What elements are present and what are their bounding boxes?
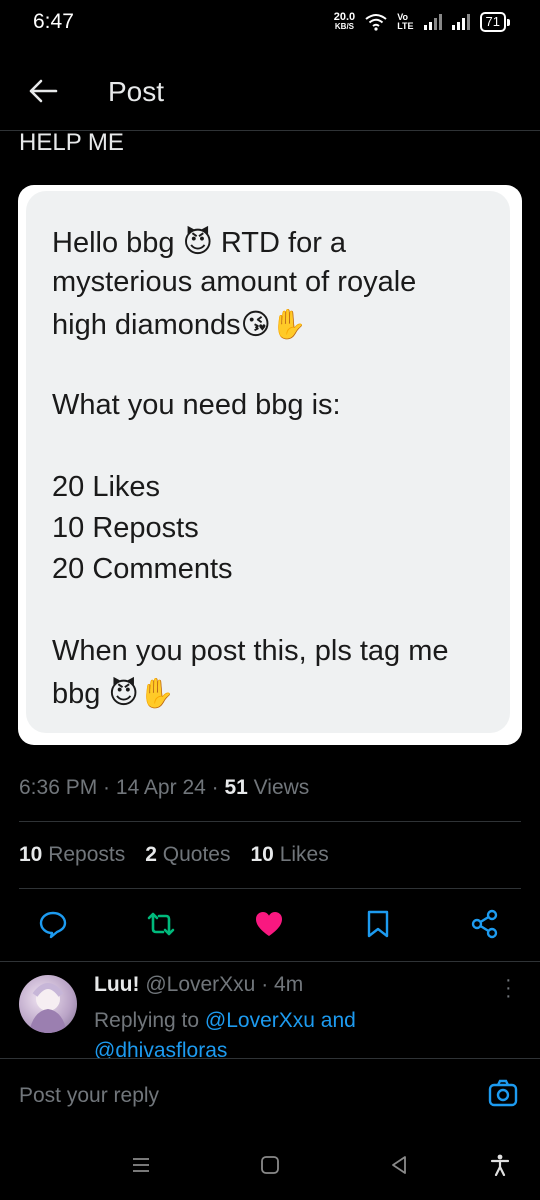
reply-time: 4m [274,973,304,996]
post-stats: 10 Reposts 2 Quotes 10 Likes [19,843,329,867]
post-text: HELP ME [19,129,124,150]
status-icons: 20.0 KB/S Vo LTE 71 [334,12,510,32]
reply-composer: Post your reply [0,1058,540,1129]
home-icon[interactable] [259,1154,281,1176]
image-text-line: 10 Reposts [52,512,199,544]
message-bubble: Hello bbg 😈 RTD for a mysterious amount … [26,191,510,733]
divider [0,961,540,962]
image-text-line: Hello bbg 😈 RTD for a [52,227,347,259]
share-icon[interactable] [470,909,500,939]
divider [19,888,521,889]
reposts-stat[interactable]: 10 Reposts [19,843,125,867]
reply-handle: @LoverXxu [145,973,256,996]
back-nav-icon[interactable] [388,1154,410,1176]
reply-author[interactable]: Luu! @LoverXxu · 4m [94,973,303,997]
reply-icon[interactable] [38,909,68,939]
post-image[interactable]: Hello bbg 😈 RTD for a mysterious amount … [18,185,522,745]
repost-icon[interactable] [146,909,176,939]
network-speed: 20.0 KB/S [334,12,355,32]
back-arrow-icon[interactable] [28,78,58,104]
speed-unit: KB/S [334,22,355,31]
views-count: 51 [224,776,248,799]
quotes-stat[interactable]: 2 Quotes [145,843,230,867]
image-text-line: bbg 😈✋ [52,678,175,710]
signal-icon-2 [451,14,470,30]
camera-icon[interactable] [488,1079,518,1109]
bookmark-icon[interactable] [363,909,393,939]
image-text-line: 20 Comments [52,553,233,585]
replying-to: Replying to @LoverXxu and @dhivasfloras [94,1006,356,1066]
battery-icon: 71 [479,12,510,32]
reply-input[interactable]: Post your reply [19,1084,159,1108]
image-text-line: What you need bbg is: [52,389,341,421]
status-time: 6:47 [33,10,74,33]
header-divider [0,130,540,131]
likes-stat[interactable]: 10 Likes [251,843,329,867]
image-text-line: 20 Likes [52,471,161,503]
accessibility-icon[interactable] [489,1154,511,1176]
views-label: Views [253,776,310,799]
more-options-icon[interactable]: · · · [505,970,512,1006]
battery-level: 71 [479,12,506,32]
action-bar [0,895,540,955]
image-text-line: When you post this, pls tag me [52,635,449,667]
recents-icon[interactable] [130,1154,152,1176]
replying-users-link[interactable]: @LoverXxu and [205,1009,356,1032]
like-heart-icon[interactable] [254,909,284,939]
page-title: Post [108,76,165,107]
post-time: 6:36 PM [19,776,98,799]
image-text-line: high diamonds😘✋ [52,309,307,341]
image-text-line: mysterious amount of royale [52,266,417,298]
post-date: 14 Apr 24 [115,776,206,799]
replying-prefix: Replying to [94,1009,200,1032]
system-nav-bar [0,1128,540,1200]
volte-indicator: Vo LTE [397,12,414,31]
signal-icon-1 [423,14,442,30]
avatar[interactable] [19,975,77,1033]
wifi-icon [365,14,387,31]
post-timestamp: 6:36 PM · 14 Apr 24 · 51 Views [19,776,310,799]
reply-display-name: Luu! [94,973,140,996]
divider [19,821,521,822]
